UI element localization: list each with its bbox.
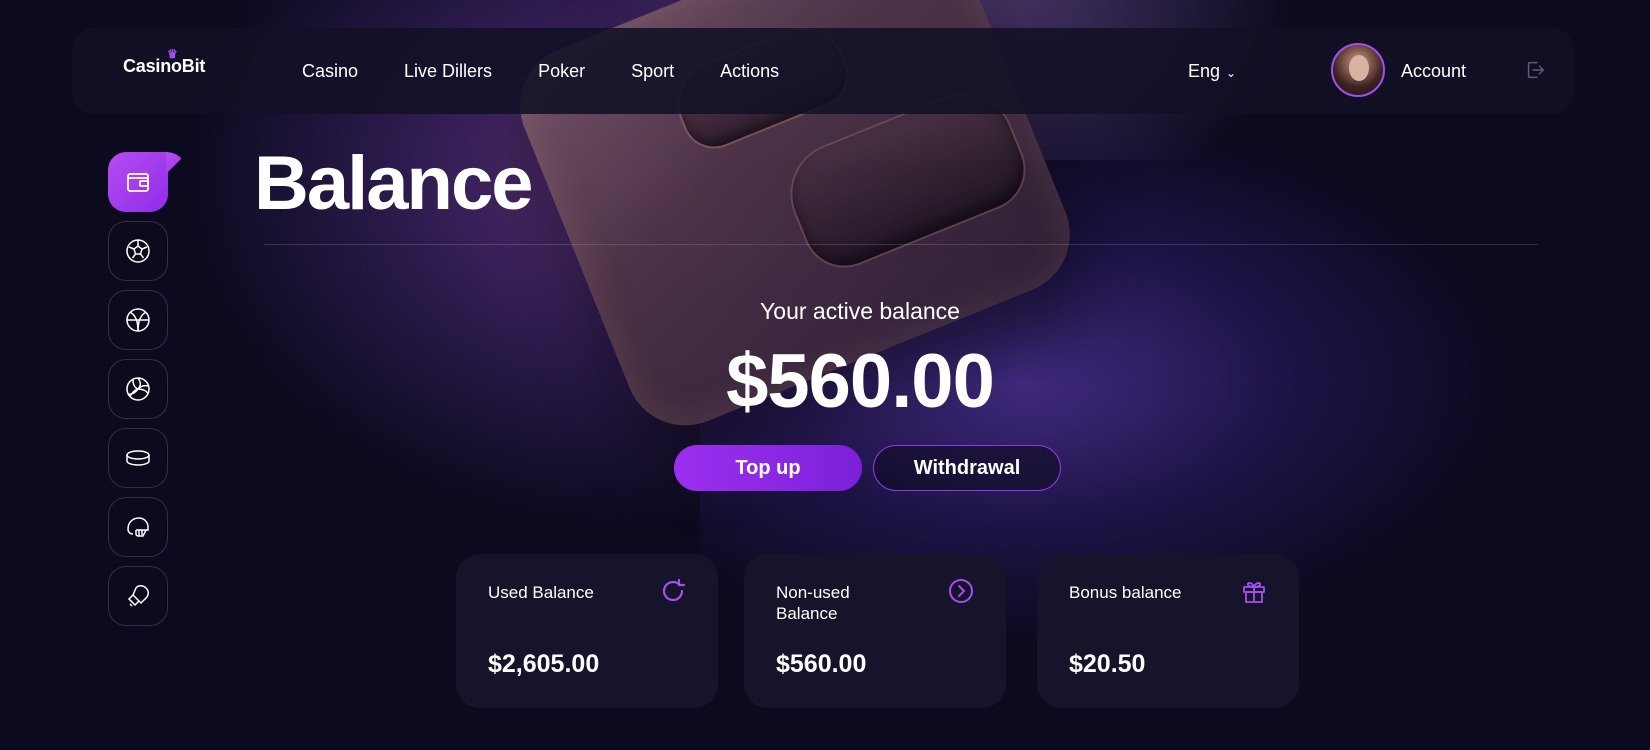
main-nav: Casino Live Dillers Poker Sport Actions [302, 61, 825, 82]
hockey-puck-icon [126, 450, 150, 466]
logout-icon[interactable] [1524, 59, 1546, 81]
account-link[interactable]: Account [1401, 61, 1466, 82]
wallet-icon [127, 173, 149, 192]
nav-casino[interactable]: Casino [302, 61, 358, 82]
withdrawal-button[interactable]: Withdrawal [873, 445, 1061, 491]
nav-actions[interactable]: Actions [720, 61, 779, 82]
bonus-balance-card: Bonus balance $20.50 [1037, 554, 1299, 708]
arrow-circle-icon[interactable] [946, 576, 976, 606]
top-up-button[interactable]: Top up [674, 445, 862, 491]
active-balance-label: Your active balance [760, 298, 960, 324]
title-divider [264, 244, 1538, 245]
sidebar-item-boxing[interactable] [108, 566, 168, 626]
card-label: Bonus balance [1069, 583, 1182, 602]
card-amount: $20.50 [1069, 650, 1146, 678]
card-amount: $560.00 [776, 650, 867, 678]
nav-sport[interactable]: Sport [631, 61, 674, 82]
used-balance-card: Used Balance $2,605.00 [456, 554, 718, 708]
top-navbar: ♛ CasinoBit Casino Live Dillers Poker Sp… [72, 28, 1574, 114]
crown-icon: ♛ [167, 47, 178, 61]
sidebar-item-wallet[interactable] [108, 152, 168, 212]
non-used-balance-card: Non-used Balance $560.00 [744, 554, 1006, 708]
sidebar-item-hockey[interactable] [108, 428, 168, 488]
nav-live-dillers[interactable]: Live Dillers [404, 61, 492, 82]
language-selector[interactable]: Eng ⌄ [1188, 61, 1236, 82]
language-label: Eng [1188, 61, 1221, 81]
chevron-down-icon: ⌄ [1226, 65, 1237, 80]
logo-text: CasinoBit [123, 56, 206, 76]
avatar[interactable] [1331, 43, 1385, 97]
boxing-glove-icon [127, 585, 149, 607]
gift-icon[interactable] [1239, 576, 1269, 606]
refresh-icon[interactable] [658, 576, 688, 606]
card-label: Non-used Balance [776, 583, 850, 623]
football-helmet-icon [127, 517, 149, 537]
page-title: Balance [254, 141, 533, 226]
sidebar-item-football[interactable] [108, 497, 168, 557]
logo[interactable]: ♛ CasinoBit [123, 48, 206, 77]
nav-poker[interactable]: Poker [538, 61, 585, 82]
soccer-ball-icon [126, 239, 150, 263]
active-balance-amount: $560.00 [726, 339, 995, 424]
sidebar-item-soccer[interactable] [108, 221, 168, 281]
card-label: Used Balance [488, 583, 594, 602]
card-amount: $2,605.00 [488, 650, 600, 678]
